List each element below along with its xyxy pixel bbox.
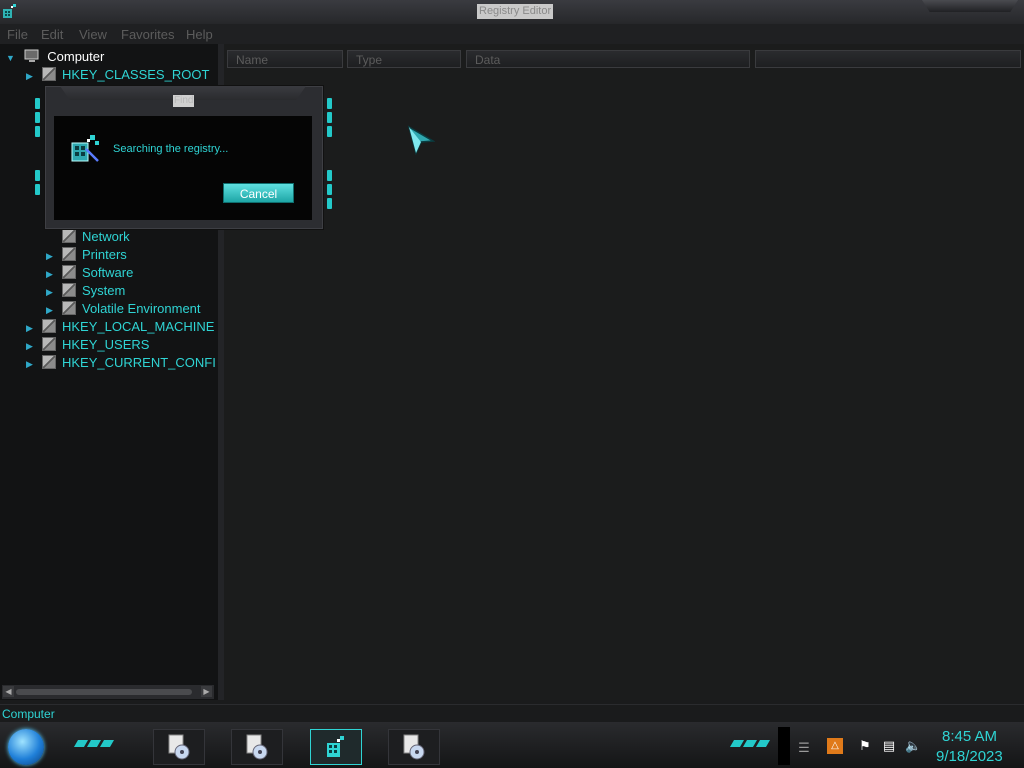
mouse-cursor-icon — [407, 125, 435, 155]
volume-icon[interactable]: 🔈 — [905, 738, 921, 754]
find-dialog-title: Find — [173, 95, 195, 107]
tree-item-hkey-users[interactable]: ▶ HKEY_USERS — [26, 336, 149, 354]
tree-item-hkey-classes-root[interactable]: ▶ HKEY_CLASSES_ROOT — [26, 66, 209, 84]
tray-app-icon[interactable]: △ — [827, 738, 843, 754]
registry-editor-icon — [327, 736, 344, 757]
window-controls[interactable] — [922, 0, 1018, 12]
menu-view[interactable]: View — [79, 27, 107, 42]
folder-icon — [42, 355, 56, 369]
expand-arrow-icon[interactable]: ▶ — [26, 337, 36, 355]
dialog-frame-accent — [35, 126, 40, 137]
tree-item-label: Volatile Environment — [82, 301, 201, 316]
clock-date[interactable]: 9/18/2023 — [936, 748, 1003, 765]
taskbar-item-setup-3[interactable] — [388, 729, 440, 765]
taskbar-item-setup-2[interactable] — [231, 729, 283, 765]
tree-horizontal-scrollbar[interactable]: ◀ ▶ — [2, 685, 214, 699]
scroll-left-icon[interactable]: ◀ — [3, 686, 14, 697]
folder-icon — [62, 247, 76, 261]
network-icon[interactable]: ▤ — [881, 738, 897, 754]
installer-disc-icon — [246, 734, 268, 760]
dialog-frame-accent — [327, 198, 332, 209]
folder-icon — [62, 283, 76, 297]
dialog-frame-accent — [327, 98, 332, 109]
expand-arrow-icon[interactable]: ▶ — [46, 301, 56, 319]
tree-item-label: HKEY_CURRENT_CONFI — [62, 355, 216, 370]
folder-icon — [42, 67, 56, 81]
menu-file[interactable]: File — [7, 27, 28, 42]
tree-item-label: Printers — [82, 247, 127, 262]
action-center-flag-icon[interactable]: ⚑ — [857, 738, 873, 754]
tree-item-label: HKEY_LOCAL_MACHINE — [62, 319, 215, 334]
tree-item-hkey-local-machine[interactable]: ▶ HKEY_LOCAL_MACHINE — [26, 318, 214, 336]
folder-icon — [62, 265, 76, 279]
tree-item-hkey-current-config[interactable]: ▶ HKEY_CURRENT_CONFI — [26, 354, 216, 372]
folder-icon — [42, 337, 56, 351]
dialog-frame-accent — [327, 126, 332, 137]
dialog-frame-accent — [327, 184, 332, 195]
taskbar-item-setup-1[interactable] — [153, 729, 205, 765]
values-list-pane[interactable] — [224, 44, 1024, 700]
installer-disc-icon — [403, 734, 425, 760]
dialog-frame-accent — [327, 170, 332, 181]
column-header-blank — [755, 50, 1021, 68]
tree-item-software[interactable]: ▶ Software — [46, 264, 133, 282]
dialog-frame-accent — [35, 170, 40, 181]
find-dialog-body — [54, 116, 312, 220]
menu-bar: File Edit View Favorites Help — [0, 24, 1024, 44]
folder-icon — [62, 229, 76, 243]
folder-icon — [42, 319, 56, 333]
menu-edit[interactable]: Edit — [41, 27, 63, 42]
tree-item-network[interactable]: Network — [46, 228, 130, 246]
list-header: Name Type Data — [224, 50, 1024, 70]
tree-item-label: Computer — [47, 49, 105, 64]
find-status-message: Searching the registry... — [113, 143, 229, 155]
computer-icon — [24, 49, 39, 62]
status-bar-path: Computer — [2, 707, 55, 721]
tree-item-volatile-environment[interactable]: ▶ Volatile Environment — [46, 300, 201, 318]
column-header-data[interactable]: Data — [466, 50, 750, 68]
expand-arrow-icon[interactable]: ▶ — [46, 247, 56, 265]
tree-item-printers[interactable]: ▶ Printers — [46, 246, 127, 264]
clock-time[interactable]: 8:45 AM — [942, 728, 997, 745]
expand-arrow-icon[interactable]: ▶ — [26, 355, 36, 373]
tree-item-computer[interactable]: ▼ Computer — [6, 48, 104, 66]
expand-arrow-icon[interactable]: ▶ — [26, 319, 36, 337]
dialog-frame-accent — [327, 112, 332, 123]
scrollbar-thumb[interactable] — [16, 689, 192, 695]
tree-item-label: System — [82, 283, 126, 298]
window-title: Registry Editor — [477, 4, 554, 19]
collapse-arrow-icon[interactable]: ▼ — [6, 49, 16, 67]
tree-item-system[interactable]: ▶ System — [46, 282, 125, 300]
tree-item-label: Network — [82, 229, 130, 244]
dialog-frame-accent — [35, 184, 40, 195]
registry-search-icon — [71, 135, 99, 162]
scroll-right-icon[interactable]: ▶ — [201, 686, 212, 697]
taskbar-item-registry-editor[interactable] — [310, 729, 362, 765]
taskbar-separator — [778, 727, 790, 765]
dialog-frame-accent — [35, 98, 40, 109]
cancel-button[interactable]: Cancel — [223, 183, 294, 203]
tree-item-label: HKEY_USERS — [62, 337, 150, 352]
tree-item-label: Software — [82, 265, 134, 280]
dialog-frame-accent — [35, 112, 40, 123]
folder-icon — [62, 301, 76, 315]
show-hidden-icons-icon[interactable]: ☰ — [796, 740, 812, 756]
menu-favorites[interactable]: Favorites — [121, 27, 174, 42]
column-header-type[interactable]: Type — [347, 50, 461, 68]
start-button[interactable] — [8, 729, 44, 765]
tree-item-label: HKEY_CLASSES_ROOT — [62, 67, 210, 82]
expand-arrow-icon[interactable]: ▶ — [26, 67, 36, 85]
registry-editor-app-icon[interactable] — [2, 3, 18, 19]
menu-help[interactable]: Help — [186, 27, 213, 42]
expand-arrow-icon[interactable]: ▶ — [46, 265, 56, 283]
expand-arrow-icon[interactable]: ▶ — [46, 283, 56, 301]
column-header-name[interactable]: Name — [227, 50, 343, 68]
installer-disc-icon — [168, 734, 190, 760]
